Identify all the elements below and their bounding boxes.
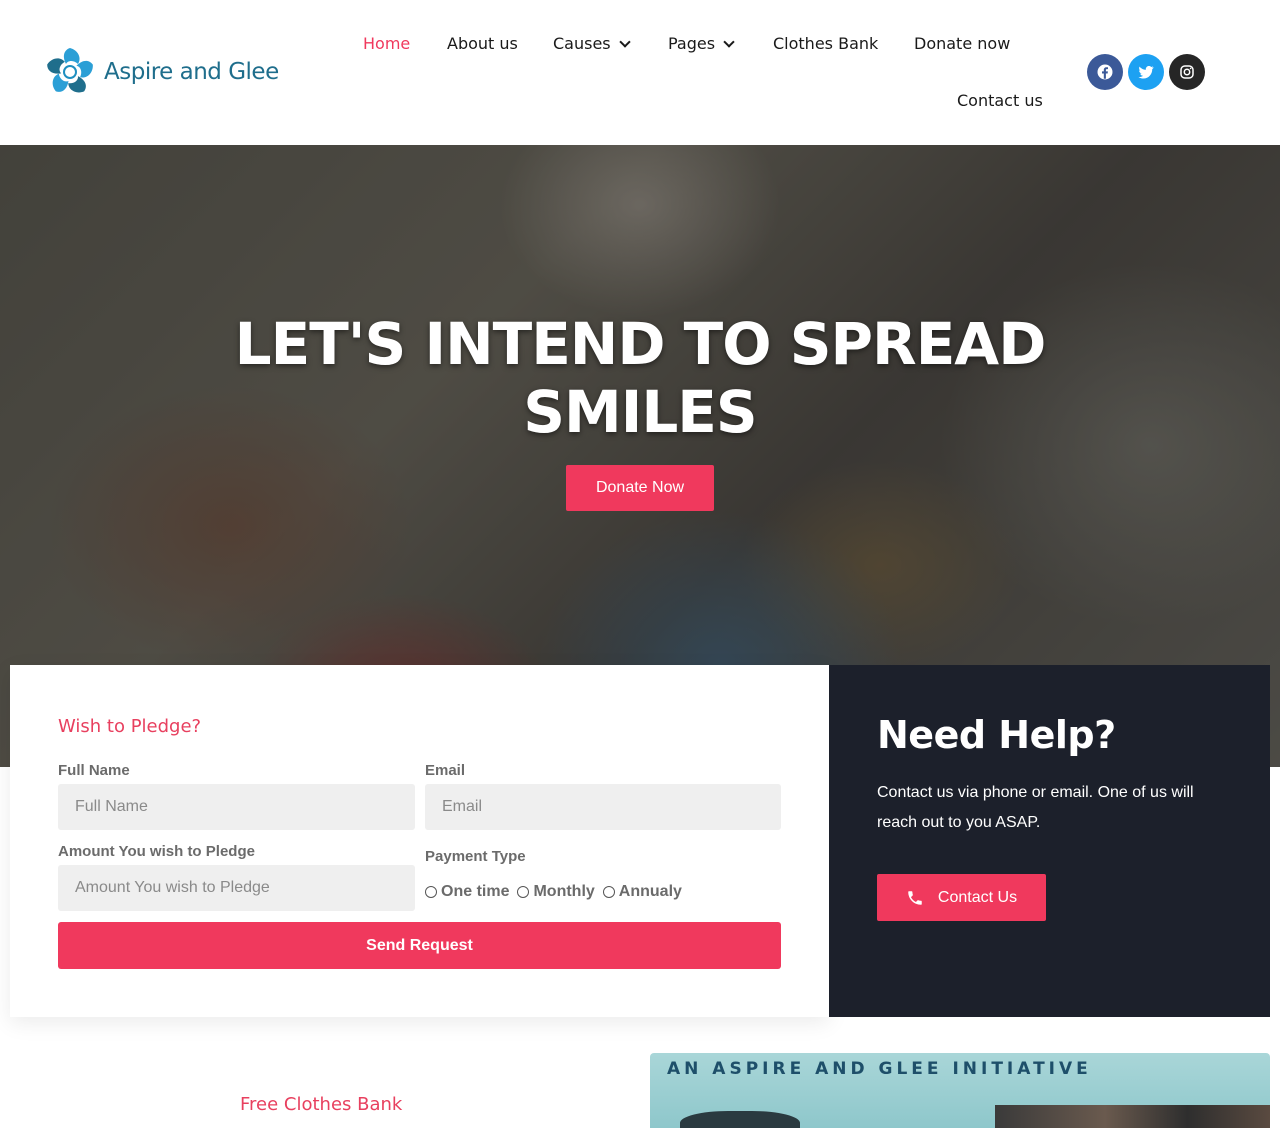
chevron-down-icon <box>618 36 631 48</box>
full-name-input[interactable] <box>58 784 415 830</box>
facebook-button[interactable] <box>1087 54 1123 90</box>
nav-about[interactable]: About us <box>447 34 518 53</box>
payment-annually-label: Annualy <box>618 883 682 900</box>
payment-type-label: Payment Type <box>425 848 526 865</box>
facebook-icon <box>1097 64 1113 80</box>
initiative-banner: AN ASPIRE AND GLEE INITIATIVE <box>650 1053 1270 1128</box>
help-text: Contact us via phone or email. One of us… <box>877 784 1194 831</box>
radio-circle[interactable] <box>425 886 437 898</box>
contact-us-button[interactable]: Contact Us <box>877 874 1046 921</box>
amount-input[interactable] <box>58 865 415 911</box>
pledge-title: Wish to Pledge? <box>58 716 202 737</box>
help-title: Need Help? <box>877 713 1116 757</box>
send-request-button[interactable]: Send Request <box>58 922 781 969</box>
site-logo[interactable]: Aspire and Glee <box>44 46 279 98</box>
help-panel: Need Help? Contact us via phone or email… <box>829 665 1270 1017</box>
logo-text: Aspire and Glee <box>104 59 279 85</box>
payment-monthly-label: Monthly <box>533 883 595 900</box>
pledge-form: Wish to Pledge? Full Name Email Amount Y… <box>10 665 829 1017</box>
twitter-button[interactable] <box>1128 54 1164 90</box>
banner-text: AN ASPIRE AND GLEE INITIATIVE <box>667 1059 1092 1079</box>
hero-title: LET'S INTEND TO SPREAD SMILES <box>234 310 1047 446</box>
donate-now-button[interactable]: Donate Now <box>566 465 714 511</box>
full-name-label: Full Name <box>58 762 130 779</box>
clothes-bank-heading: Free Clothes Bank <box>240 1094 403 1115</box>
radio-circle[interactable] <box>517 886 530 898</box>
chevron-down-icon <box>723 36 735 48</box>
nav-home[interactable]: Home <box>363 34 410 53</box>
nav-contact[interactable]: Contact us <box>957 91 1043 110</box>
logo-icon <box>47 48 93 93</box>
contact-us-label: Contact Us <box>937 888 1018 906</box>
banner-photo <box>995 1105 1270 1128</box>
payment-one-time-label: One time <box>441 883 510 900</box>
nav-donate[interactable]: Donate now <box>914 34 1010 53</box>
phone-icon <box>908 890 922 905</box>
payment-annually[interactable]: Annualy <box>602 883 682 901</box>
nav-pages-label: Pages <box>668 34 716 53</box>
twitter-icon <box>1138 66 1154 79</box>
nav-pages[interactable]: Pages <box>668 34 735 53</box>
payment-one-time[interactable]: One time <box>425 883 509 901</box>
amount-label: Amount You wish to Pledge <box>58 843 255 860</box>
banner-image-part <box>680 1111 800 1128</box>
nav-clothes-bank[interactable]: Clothes Bank <box>773 34 878 53</box>
email-label: Email <box>425 762 466 779</box>
radio-circle[interactable] <box>602 886 615 898</box>
payment-type-group: One time Monthly Annualy <box>425 883 690 901</box>
email-input[interactable] <box>425 784 781 830</box>
site-header: Aspire and Glee Home About us Causes Pag… <box>0 0 1280 145</box>
nav-causes[interactable]: Causes <box>553 34 631 53</box>
nav-causes-label: Causes <box>553 34 611 53</box>
instagram-icon <box>1180 65 1194 79</box>
instagram-button[interactable] <box>1169 54 1205 90</box>
payment-monthly[interactable]: Monthly <box>517 883 595 901</box>
